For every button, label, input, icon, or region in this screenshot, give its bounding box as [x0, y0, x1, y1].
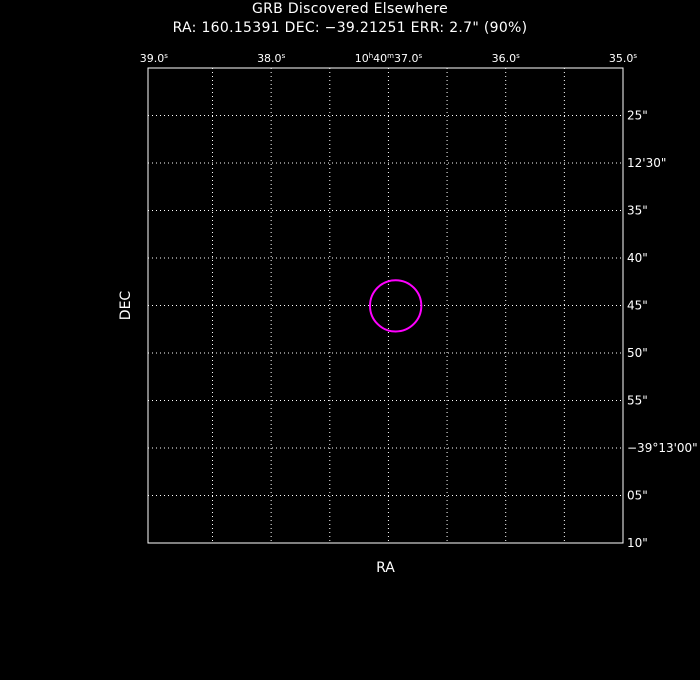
x-tick-label: 38.0s [257, 52, 286, 65]
finding-chart: 39.0s 38.0s 10h40m37.0s 36.0s 35.0s 25" 12'30… [118, 52, 698, 576]
x-axis-label: RA [376, 560, 395, 576]
x-tick-labels: 39.0s 38.0s 10h40m37.0s 36.0s 35.0s [140, 52, 638, 65]
x-tick-label: 10h40m37.0s [355, 52, 423, 65]
y-tick-label: −39°13'00" [627, 441, 698, 455]
grid [148, 68, 624, 543]
y-tick-label: 45" [627, 299, 648, 313]
x-tick-label: 36.0s [492, 52, 521, 65]
y-tick-label: 12'30" [627, 156, 666, 170]
error-circle [369, 279, 423, 333]
x-tick-label: 39.0s [140, 52, 169, 65]
y-tick-label: 35" [627, 204, 648, 218]
plot-frame [147, 67, 624, 544]
y-tick-label: 10" [627, 536, 648, 550]
y-tick-labels: 25" 12'30" 35" 40" 45" 50" 55" −39°13'00" 05" 10" [627, 109, 698, 551]
y-tick-label: 25" [627, 109, 648, 123]
y-tick-label: 05" [627, 489, 648, 503]
y-tick-label: 55" [627, 394, 648, 408]
x-tick-label: 35.0s [609, 52, 638, 65]
y-axis-label: DEC [118, 291, 134, 321]
y-tick-label: 40" [627, 251, 648, 265]
y-tick-label: 50" [627, 346, 648, 360]
